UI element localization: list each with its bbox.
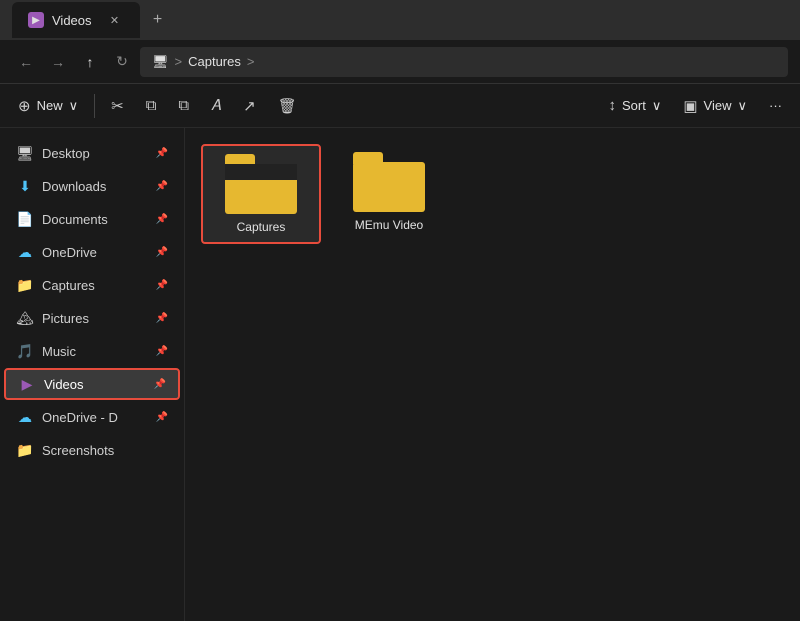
sidebar-item-downloads[interactable]: ⬇ Downloads 📌 bbox=[4, 170, 180, 202]
sidebar-label-onedrive-d: OneDrive - D bbox=[42, 410, 148, 425]
sidebar-label-onedrive: OneDrive bbox=[42, 245, 148, 260]
captures-folder-icon bbox=[225, 154, 297, 214]
sidebar-item-onedrive-d[interactable]: ☁ OneDrive - D 📌 bbox=[4, 401, 180, 433]
downloads-pin-icon: 📌 bbox=[156, 181, 168, 192]
captures-icon: 📁 bbox=[16, 276, 34, 294]
sort-button[interactable]: ↕ Sort ∨ bbox=[598, 90, 671, 122]
copy-button[interactable]: ⧉ bbox=[136, 90, 167, 122]
back-button[interactable]: ← bbox=[12, 48, 40, 76]
title-bar: ▶ Videos ✕ + bbox=[0, 0, 800, 40]
computer-icon: 🖥 bbox=[152, 54, 169, 70]
toolbar-divider-1 bbox=[94, 94, 95, 118]
memu-folder-icon bbox=[353, 152, 425, 212]
onedrive-icon: ☁ bbox=[16, 243, 34, 261]
memu-folder-body bbox=[353, 162, 425, 212]
downloads-icon: ⬇ bbox=[16, 177, 34, 195]
more-icon: ··· bbox=[769, 98, 782, 113]
view-button[interactable]: ▣ View ∨ bbox=[673, 90, 757, 122]
sidebar-label-pictures: Pictures bbox=[42, 311, 148, 326]
breadcrumb-videos: Captures bbox=[188, 54, 241, 69]
sidebar-item-pictures[interactable]: 🏔 Pictures 📌 bbox=[4, 302, 180, 334]
videos-pin-icon: 📌 bbox=[154, 379, 166, 390]
sidebar-label-downloads: Downloads bbox=[42, 179, 148, 194]
documents-pin-icon: 📌 bbox=[156, 214, 168, 225]
paste-button[interactable]: ⧉ bbox=[168, 90, 199, 122]
pictures-icon: 🏔 bbox=[16, 309, 34, 327]
sidebar-item-captures[interactable]: 📁 Captures 📌 bbox=[4, 269, 180, 301]
rename-button[interactable]: 𝐴 bbox=[201, 90, 231, 122]
up-button[interactable]: ↑ bbox=[76, 48, 104, 76]
folder-dark-band bbox=[225, 164, 297, 180]
documents-icon: 📄 bbox=[16, 210, 34, 228]
breadcrumb[interactable]: 🖥 > Captures > bbox=[140, 47, 788, 77]
rename-icon: 𝐴 bbox=[211, 97, 221, 114]
main-area: 🖥 Desktop 📌 ⬇ Downloads 📌 📄 Documents 📌 … bbox=[0, 128, 800, 621]
view-icon: ▣ bbox=[683, 97, 697, 115]
sidebar-label-screenshots: Screenshots bbox=[42, 443, 168, 458]
sidebar-item-onedrive[interactable]: ☁ OneDrive 📌 bbox=[4, 236, 180, 268]
sidebar-item-screenshots[interactable]: 📁 Screenshots bbox=[4, 434, 180, 466]
sort-label: Sort bbox=[622, 98, 646, 113]
sidebar-label-desktop: Desktop bbox=[42, 146, 148, 161]
view-label: View bbox=[704, 98, 732, 113]
nav-bar: ← → ↑ ↻ 🖥 > Captures > bbox=[0, 40, 800, 84]
tab-close-button[interactable]: ✕ bbox=[106, 11, 124, 29]
share-icon: ↗ bbox=[243, 97, 256, 115]
tab-app-icon: ▶ bbox=[28, 12, 44, 28]
sidebar-label-videos: Videos bbox=[44, 377, 146, 392]
sidebar-item-documents[interactable]: 📄 Documents 📌 bbox=[4, 203, 180, 235]
sidebar-item-music[interactable]: 🎵 Music 📌 bbox=[4, 335, 180, 367]
sidebar-label-music: Music bbox=[42, 344, 148, 359]
videos-icon: ▶ bbox=[18, 375, 36, 393]
share-button[interactable]: ↗ bbox=[233, 90, 266, 122]
music-pin-icon: 📌 bbox=[156, 346, 168, 357]
file-content: Captures MEmu Video bbox=[185, 128, 800, 621]
sidebar-label-captures: Captures bbox=[42, 278, 148, 293]
new-chevron: ∨ bbox=[69, 98, 79, 114]
sidebar-label-documents: Documents bbox=[42, 212, 148, 227]
onedrive-d-icon: ☁ bbox=[16, 408, 34, 426]
music-icon: 🎵 bbox=[16, 342, 34, 360]
new-tab-button[interactable]: + bbox=[144, 6, 172, 34]
new-button[interactable]: ⊕ New ∨ bbox=[8, 90, 88, 122]
desktop-pin-icon: 📌 bbox=[156, 148, 168, 159]
refresh-button[interactable]: ↻ bbox=[108, 48, 136, 76]
cut-icon: ✂ bbox=[111, 97, 124, 115]
captures-pin-icon: 📌 bbox=[156, 280, 168, 291]
onedrive-d-pin-icon: 📌 bbox=[156, 412, 168, 423]
desktop-icon: 🖥 bbox=[16, 144, 34, 162]
sort-chevron: ∨ bbox=[652, 98, 662, 114]
sort-icon: ↕ bbox=[608, 97, 616, 114]
sidebar-item-desktop[interactable]: 🖥 Desktop 📌 bbox=[4, 137, 180, 169]
sidebar: 🖥 Desktop 📌 ⬇ Downloads 📌 📄 Documents 📌 … bbox=[0, 128, 185, 621]
new-label: New bbox=[37, 98, 63, 113]
sidebar-item-videos[interactable]: ▶ Videos 📌 bbox=[4, 368, 180, 400]
captures-folder-label: Captures bbox=[237, 220, 286, 234]
folder-memu-video[interactable]: MEmu Video bbox=[329, 144, 449, 244]
screenshots-icon: 📁 bbox=[16, 441, 34, 459]
new-icon: ⊕ bbox=[18, 97, 31, 115]
pictures-pin-icon: 📌 bbox=[156, 313, 168, 324]
breadcrumb-sep1: > bbox=[175, 54, 183, 69]
cut-button[interactable]: ✂ bbox=[101, 90, 134, 122]
active-tab[interactable]: ▶ Videos ✕ bbox=[12, 2, 140, 38]
view-chevron: ∨ bbox=[737, 98, 747, 114]
onedrive-pin-icon: 📌 bbox=[156, 247, 168, 258]
breadcrumb-sep2: > bbox=[247, 54, 255, 69]
delete-icon: 🗑 bbox=[278, 97, 297, 115]
tab-area: ▶ Videos ✕ + bbox=[12, 2, 788, 38]
copy-icon: ⧉ bbox=[146, 97, 157, 114]
folder-captures[interactable]: Captures bbox=[201, 144, 321, 244]
delete-button[interactable]: 🗑 bbox=[268, 90, 307, 122]
more-button[interactable]: ··· bbox=[759, 90, 792, 122]
forward-button[interactable]: → bbox=[44, 48, 72, 76]
memu-folder-label: MEmu Video bbox=[355, 218, 423, 232]
paste-icon: ⧉ bbox=[178, 97, 189, 114]
toolbar: ⊕ New ∨ ✂ ⧉ ⧉ 𝐴 ↗ 🗑 ↕ Sort ∨ ▣ View ∨ ··… bbox=[0, 84, 800, 128]
tab-label: Videos bbox=[52, 13, 92, 28]
